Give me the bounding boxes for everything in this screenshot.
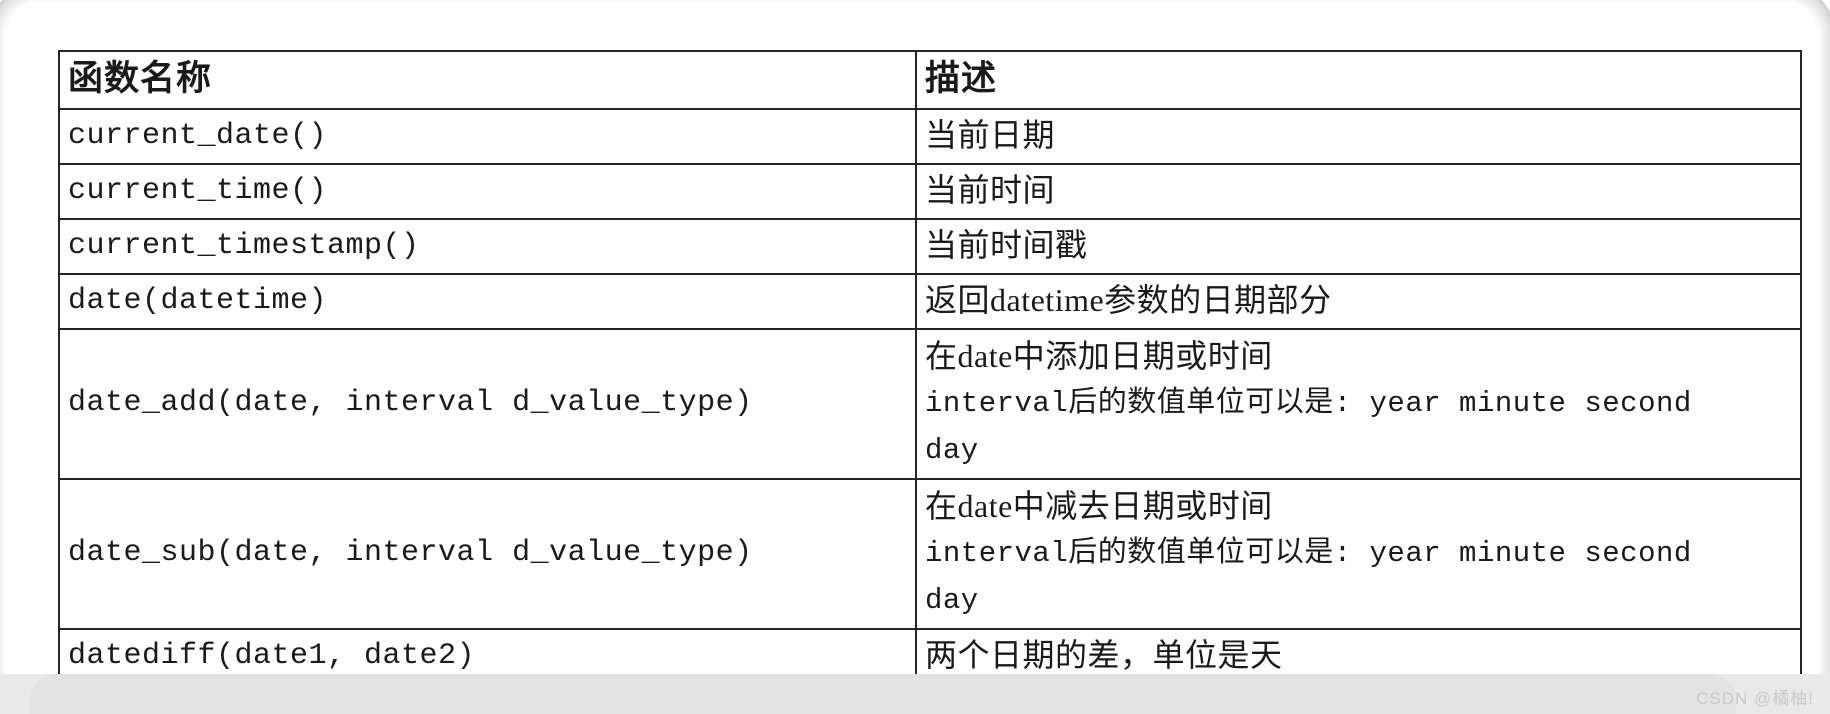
table-row: date_sub(date, interval d_value_type) 在d…	[58, 478, 1802, 630]
cell-description: 当前时间	[915, 163, 1802, 220]
table-row: current_timestamp() 当前时间戳	[58, 218, 1802, 275]
table-header-row: 函数名称 描述	[58, 50, 1802, 110]
cell-function-name: current_date()	[58, 108, 917, 165]
mysql-date-function-table: 函数名称 描述 current_date() 当前日期 current_time…	[58, 50, 1802, 696]
table-row: date(datetime) 返回datetime参数的日期部分	[58, 273, 1802, 330]
table-row: current_date() 当前日期	[58, 108, 1802, 165]
description-line: day	[925, 433, 979, 467]
table-head: 函数名称 描述	[58, 50, 1802, 110]
page-bottom-edge-inner	[30, 674, 1736, 714]
description-line: day	[925, 583, 979, 617]
cell-description: 在date中减去日期或时间 interval后的数值单位可以是: year mi…	[915, 478, 1802, 630]
description-line: 返回datetime参数的日期部分	[925, 282, 1332, 318]
description-line: interval后的数值单位可以是: year minute second	[925, 386, 1692, 420]
column-header-description: 描述	[915, 50, 1802, 110]
description-line: 当前日期	[925, 117, 1056, 153]
cell-function-name: date(datetime)	[58, 273, 917, 330]
table-row: current_time() 当前时间	[58, 163, 1802, 220]
cell-function-name: date_add(date, interval d_value_type)	[58, 328, 917, 480]
function-table-container: 函数名称 描述 current_date() 当前日期 current_time…	[58, 50, 1802, 696]
table-body: current_date() 当前日期 current_time() 当前时间 …	[58, 108, 1802, 696]
document-page: 函数名称 描述 current_date() 当前日期 current_time…	[22, 18, 1806, 696]
description-line: interval后的数值单位可以是: year minute second	[925, 536, 1692, 570]
cell-description: 当前日期	[915, 108, 1802, 165]
cell-function-name: current_time()	[58, 163, 917, 220]
description-line: 在date中添加日期或时间	[925, 337, 1273, 374]
csdn-watermark: CSDN @橘柚!	[1696, 689, 1814, 708]
cell-function-name: current_timestamp()	[58, 218, 917, 275]
page-bottom-edge	[0, 674, 1830, 714]
cell-description: 返回datetime参数的日期部分	[915, 273, 1802, 330]
cell-function-name: date_sub(date, interval d_value_type)	[58, 478, 917, 630]
column-header-function-name: 函数名称	[58, 50, 917, 110]
description-line: 当前时间	[925, 172, 1056, 208]
cell-description: 在date中添加日期或时间 interval后的数值单位可以是: year mi…	[915, 328, 1802, 480]
description-line: 在date中减去日期或时间	[925, 487, 1273, 524]
cell-description: 当前时间戳	[915, 218, 1802, 275]
screenshot-root: 函数名称 描述 current_date() 当前日期 current_time…	[0, 0, 1830, 714]
description-line: 两个日期的差，单位是天	[925, 637, 1283, 673]
table-row: date_add(date, interval d_value_type) 在d…	[58, 328, 1802, 480]
description-line: 当前时间戳	[925, 227, 1088, 263]
